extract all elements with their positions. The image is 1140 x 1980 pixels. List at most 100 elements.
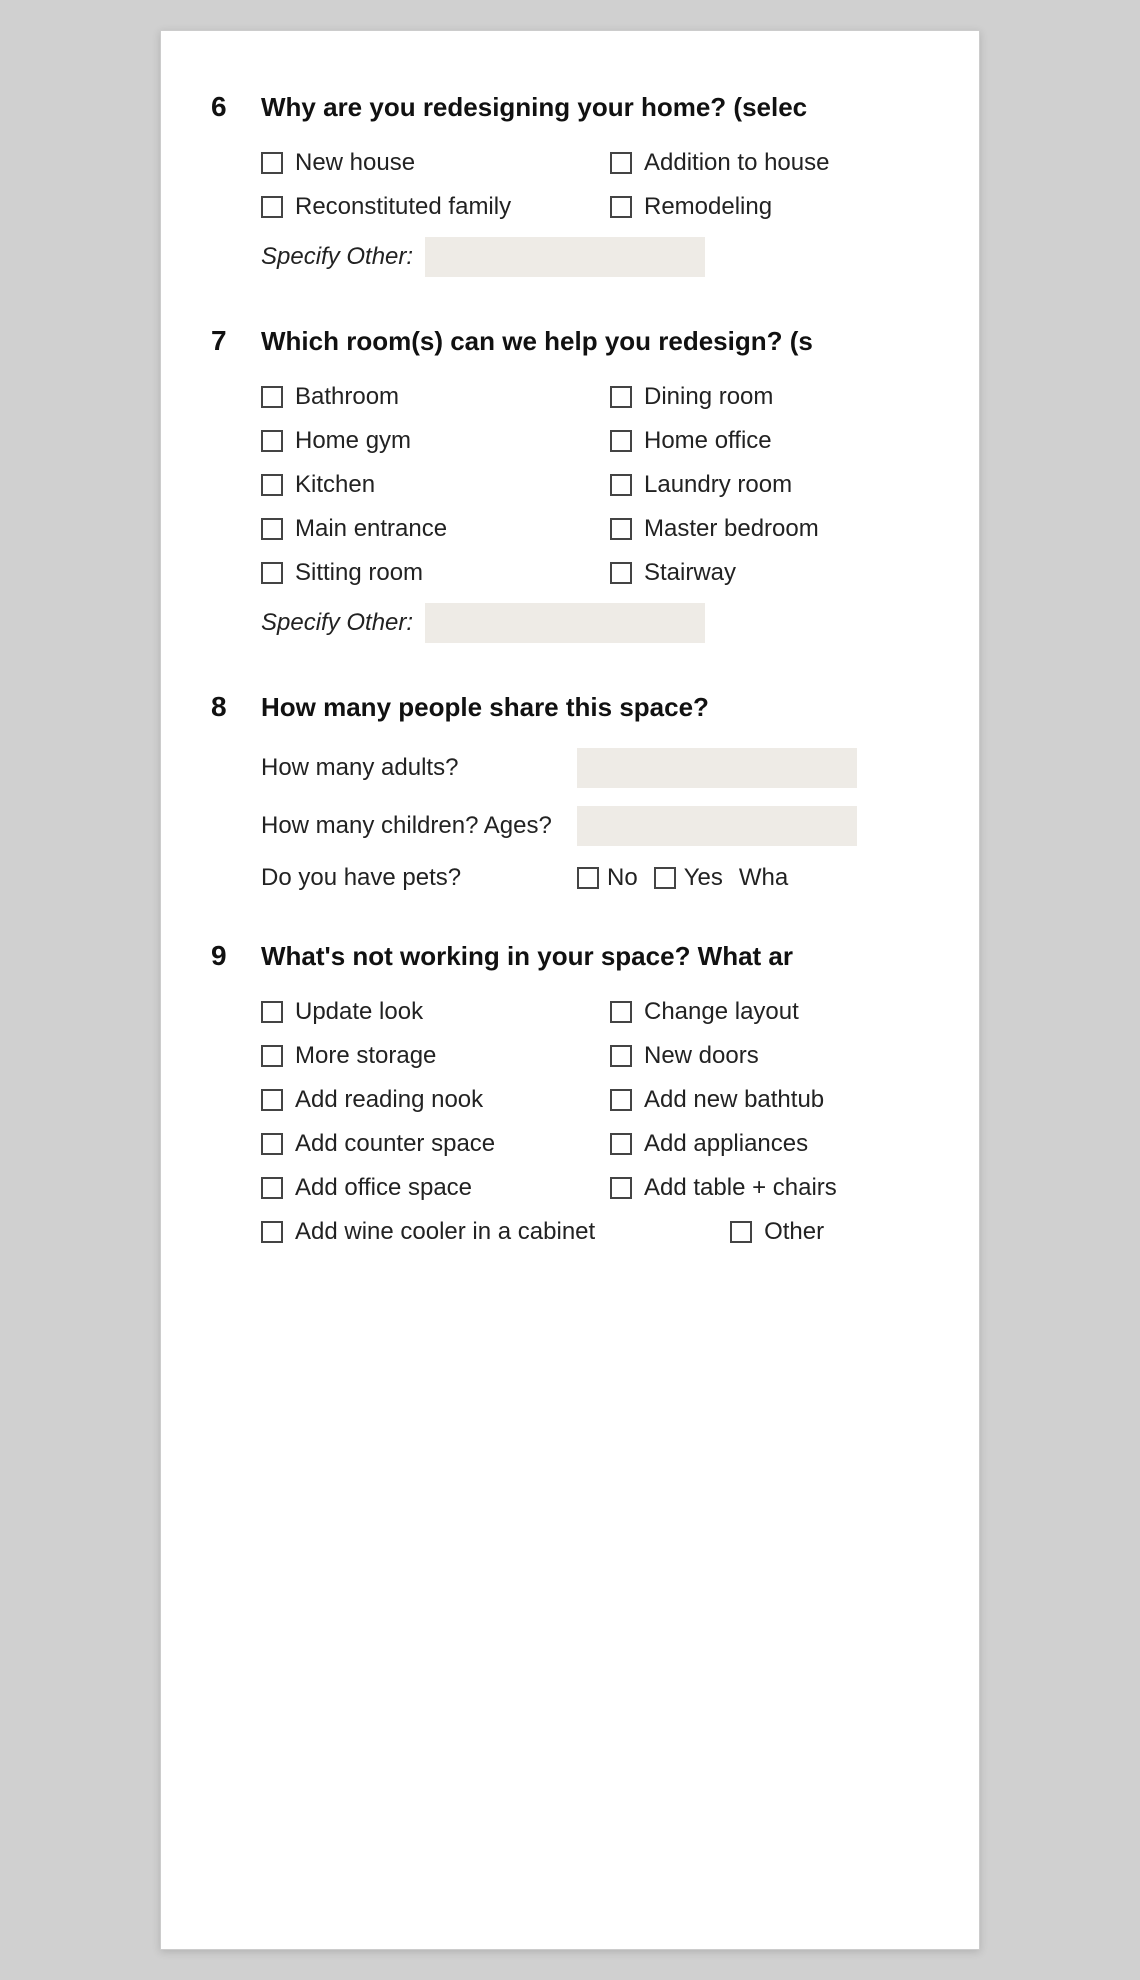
question-6-specify-label: Specify Other: [261, 243, 413, 271]
pets-yes-option[interactable]: Yes [654, 864, 723, 892]
checkbox-add-office-space[interactable] [261, 1177, 283, 1199]
option-add-counter-space-label: Add counter space [295, 1130, 495, 1158]
option-add-reading-nook-label: Add reading nook [295, 1086, 483, 1114]
option-master-bedroom-label: Master bedroom [644, 515, 819, 543]
checkbox-more-storage[interactable] [261, 1045, 283, 1067]
checkbox-laundry-room[interactable] [610, 474, 632, 496]
question-6-specify-input[interactable] [425, 237, 705, 277]
question-6-specify-row: Specify Other: [211, 237, 929, 277]
question-7-block: 7 Which room(s) can we help you redesign… [211, 325, 929, 643]
option-change-layout[interactable]: Change layout [610, 998, 929, 1026]
checkbox-bathroom[interactable] [261, 386, 283, 408]
option-sitting-room[interactable]: Sitting room [261, 559, 580, 587]
checkbox-reconstituted-family[interactable] [261, 196, 283, 218]
option-new-doors-label: New doors [644, 1042, 759, 1070]
option-update-look[interactable]: Update look [261, 998, 580, 1026]
option-kitchen[interactable]: Kitchen [261, 471, 580, 499]
option-sitting-room-label: Sitting room [295, 559, 423, 587]
pets-yes-label: Yes [684, 864, 723, 892]
adults-label: How many adults? [261, 754, 561, 782]
checkbox-master-bedroom[interactable] [610, 518, 632, 540]
checkbox-pets-yes[interactable] [654, 867, 676, 889]
question-7-header: 7 Which room(s) can we help you redesign… [211, 325, 929, 359]
option-home-office-label: Home office [644, 427, 772, 455]
option-add-table-chairs-label: Add table + chairs [644, 1174, 837, 1202]
option-add-office-space[interactable]: Add office space [261, 1174, 580, 1202]
checkbox-pets-no[interactable] [577, 867, 599, 889]
checkbox-add-wine-cooler[interactable] [261, 1221, 283, 1243]
option-bathroom[interactable]: Bathroom [261, 383, 580, 411]
question-9-options-last-row: Add wine cooler in a cabinet Other [211, 1218, 929, 1246]
question-9-block: 9 What's not working in your space? What… [211, 940, 929, 1246]
option-add-reading-nook[interactable]: Add reading nook [261, 1086, 580, 1114]
option-stairway-label: Stairway [644, 559, 736, 587]
pets-label: Do you have pets? [261, 864, 561, 892]
question-7-specify-input[interactable] [425, 603, 705, 643]
option-master-bedroom[interactable]: Master bedroom [610, 515, 929, 543]
checkbox-sitting-room[interactable] [261, 562, 283, 584]
option-add-wine-cooler-label: Add wine cooler in a cabinet [295, 1218, 595, 1246]
option-new-house-label: New house [295, 149, 415, 177]
question-8-header: 8 How many people share this space? [211, 691, 929, 725]
option-add-new-bathtub[interactable]: Add new bathtub [610, 1086, 929, 1114]
question-6-number: 6 [211, 91, 261, 123]
checkbox-new-house[interactable] [261, 152, 283, 174]
option-more-storage-label: More storage [295, 1042, 436, 1070]
option-add-wine-cooler[interactable]: Add wine cooler in a cabinet [261, 1218, 700, 1246]
question-6-header: 6 Why are you redesigning your home? (se… [211, 91, 929, 125]
checkbox-addition-to-house[interactable] [610, 152, 632, 174]
checkbox-add-appliances[interactable] [610, 1133, 632, 1155]
option-new-doors[interactable]: New doors [610, 1042, 929, 1070]
question-9-options: Update look Change layout More storage N… [211, 998, 929, 1202]
question-6-block: 6 Why are you redesigning your home? (se… [211, 91, 929, 277]
checkbox-dining-room[interactable] [610, 386, 632, 408]
option-reconstituted-family[interactable]: Reconstituted family [261, 193, 580, 221]
question-8-number: 8 [211, 691, 261, 723]
checkbox-change-layout[interactable] [610, 1001, 632, 1023]
option-reconstituted-family-label: Reconstituted family [295, 193, 511, 221]
option-laundry-room-label: Laundry room [644, 471, 792, 499]
option-add-counter-space[interactable]: Add counter space [261, 1130, 580, 1158]
checkbox-new-doors[interactable] [610, 1045, 632, 1067]
option-kitchen-label: Kitchen [295, 471, 375, 499]
option-home-office[interactable]: Home office [610, 427, 929, 455]
option-add-new-bathtub-label: Add new bathtub [644, 1086, 824, 1114]
question-6-text: Why are you redesigning your home? (sele… [261, 91, 807, 125]
option-add-appliances-label: Add appliances [644, 1130, 808, 1158]
checkbox-other[interactable] [730, 1221, 752, 1243]
option-other[interactable]: Other [730, 1218, 929, 1246]
checkbox-main-entrance[interactable] [261, 518, 283, 540]
checkbox-add-new-bathtub[interactable] [610, 1089, 632, 1111]
option-update-look-label: Update look [295, 998, 423, 1026]
option-change-layout-label: Change layout [644, 998, 799, 1026]
checkbox-add-table-chairs[interactable] [610, 1177, 632, 1199]
checkbox-kitchen[interactable] [261, 474, 283, 496]
checkbox-home-office[interactable] [610, 430, 632, 452]
question-7-text: Which room(s) can we help you redesign? … [261, 325, 813, 359]
pets-no-option[interactable]: No [577, 864, 638, 892]
checkbox-stairway[interactable] [610, 562, 632, 584]
children-input[interactable] [577, 806, 857, 846]
option-addition-to-house[interactable]: Addition to house [610, 149, 929, 177]
checkbox-add-counter-space[interactable] [261, 1133, 283, 1155]
option-stairway[interactable]: Stairway [610, 559, 929, 587]
checkbox-home-gym[interactable] [261, 430, 283, 452]
checkbox-add-reading-nook[interactable] [261, 1089, 283, 1111]
adults-row: How many adults? [261, 748, 929, 788]
option-home-gym[interactable]: Home gym [261, 427, 580, 455]
option-add-table-chairs[interactable]: Add table + chairs [610, 1174, 929, 1202]
adults-input[interactable] [577, 748, 857, 788]
option-dining-room[interactable]: Dining room [610, 383, 929, 411]
option-more-storage[interactable]: More storage [261, 1042, 580, 1070]
children-row: How many children? Ages? [261, 806, 929, 846]
pets-no-label: No [607, 864, 638, 892]
option-main-entrance[interactable]: Main entrance [261, 515, 580, 543]
option-remodeling[interactable]: Remodeling [610, 193, 929, 221]
question-9-number: 9 [211, 940, 261, 972]
option-add-appliances[interactable]: Add appliances [610, 1130, 929, 1158]
checkbox-remodeling[interactable] [610, 196, 632, 218]
option-new-house[interactable]: New house [261, 149, 580, 177]
option-dining-room-label: Dining room [644, 383, 773, 411]
option-laundry-room[interactable]: Laundry room [610, 471, 929, 499]
checkbox-update-look[interactable] [261, 1001, 283, 1023]
